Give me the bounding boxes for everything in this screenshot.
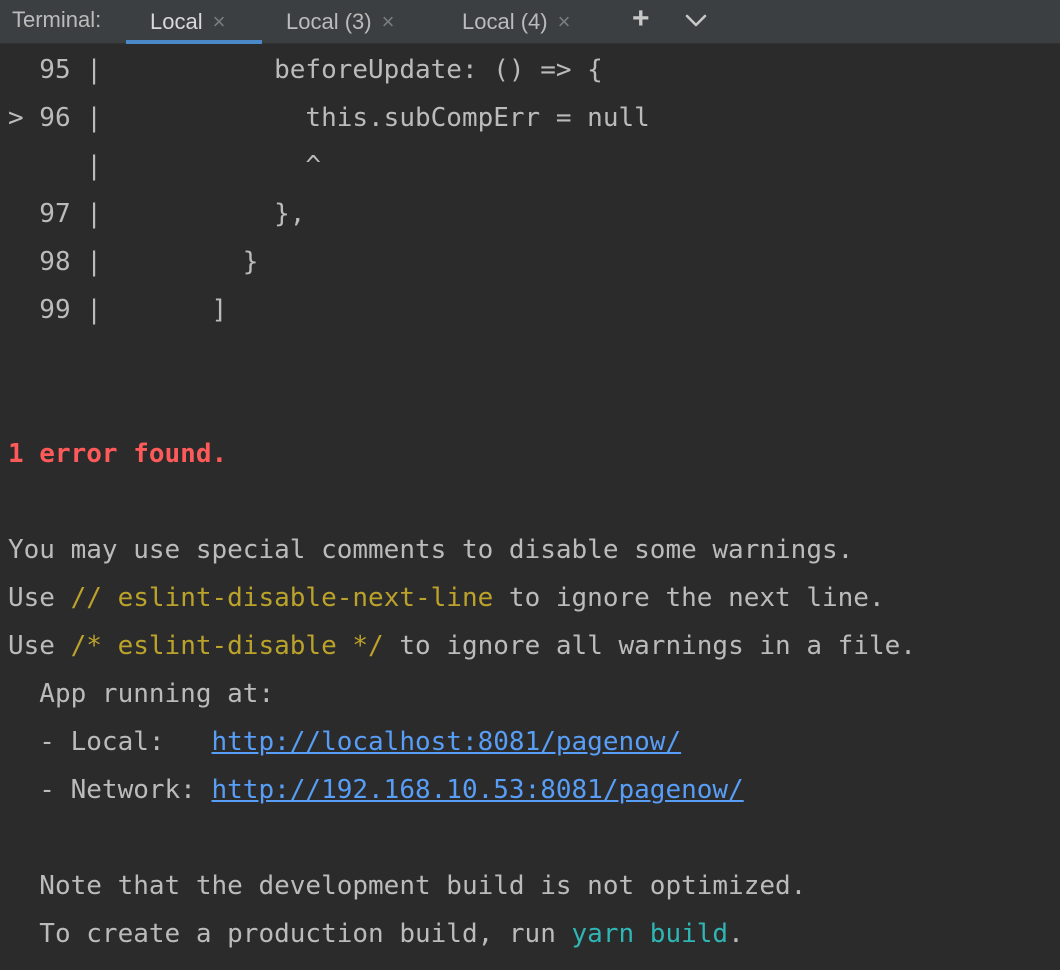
terminal-tab-bar: Terminal: Local × Local (3) × Local (4) … xyxy=(0,0,1060,44)
network-url-link[interactable]: http://192.168.10.53:8081/pagenow/ xyxy=(212,775,744,805)
app-running-line: App running at: xyxy=(8,679,275,709)
build-suffix: . xyxy=(728,919,744,949)
eslint-directive: // eslint-disable-next-line xyxy=(70,583,494,613)
code-line: 95 | beforeUpdate: () => { xyxy=(8,55,603,85)
tab-label: Local (3) xyxy=(286,9,372,34)
code-line: | ^ xyxy=(8,151,322,181)
network-label: - Network: xyxy=(8,775,212,805)
build-prefix: To create a production build, run xyxy=(8,919,572,949)
hint-prefix: Use xyxy=(8,631,71,661)
local-label: - Local: xyxy=(8,727,212,757)
hint-prefix: Use xyxy=(8,583,71,613)
local-url-line: - Local: http://localhost:8081/pagenow/ xyxy=(8,718,681,766)
build-command: yarn build xyxy=(571,919,729,949)
code-line: > 96 | this.subCompErr = null xyxy=(8,103,650,133)
close-icon[interactable]: × xyxy=(213,9,226,35)
tab-label: Local xyxy=(150,9,203,34)
code-line: 99 | ] xyxy=(8,295,228,325)
tab-local[interactable]: Local × xyxy=(126,0,262,44)
build-line: To create a production build, run yarn b… xyxy=(8,910,744,958)
code-line: 98 | } xyxy=(8,247,259,277)
error-summary: 1 error found. xyxy=(8,439,228,469)
chevron-down-icon[interactable] xyxy=(684,9,708,33)
note-line: Note that the development build is not o… xyxy=(8,871,807,901)
tab-label: Local (4) xyxy=(462,9,548,34)
close-icon[interactable]: × xyxy=(558,9,571,35)
terminal-tool-window-title: Terminal: xyxy=(12,7,102,32)
hint-suffix: to ignore all warnings in a file. xyxy=(383,631,916,661)
hint-line-file: Use /* eslint-disable */ to ignore all w… xyxy=(8,622,916,670)
code-line: 97 | }, xyxy=(8,199,306,229)
eslint-directive: /* eslint-disable */ xyxy=(70,631,384,661)
local-url-link[interactable]: http://localhost:8081/pagenow/ xyxy=(212,727,682,757)
network-url-line: - Network: http://192.168.10.53:8081/pag… xyxy=(8,766,744,814)
close-icon[interactable]: × xyxy=(382,9,395,35)
hint-line-next-line: Use // eslint-disable-next-line to ignor… xyxy=(8,574,885,622)
tab-local-3[interactable]: Local (3) × xyxy=(286,0,394,44)
tab-local-4[interactable]: Local (4) × xyxy=(462,0,570,44)
hint-line: You may use special comments to disable … xyxy=(8,535,854,565)
hint-suffix: to ignore the next line. xyxy=(493,583,885,613)
new-tab-button[interactable]: + xyxy=(632,2,650,36)
terminal-output[interactable]: 95 | beforeUpdate: () => { > 96 | this.s… xyxy=(0,44,1060,970)
